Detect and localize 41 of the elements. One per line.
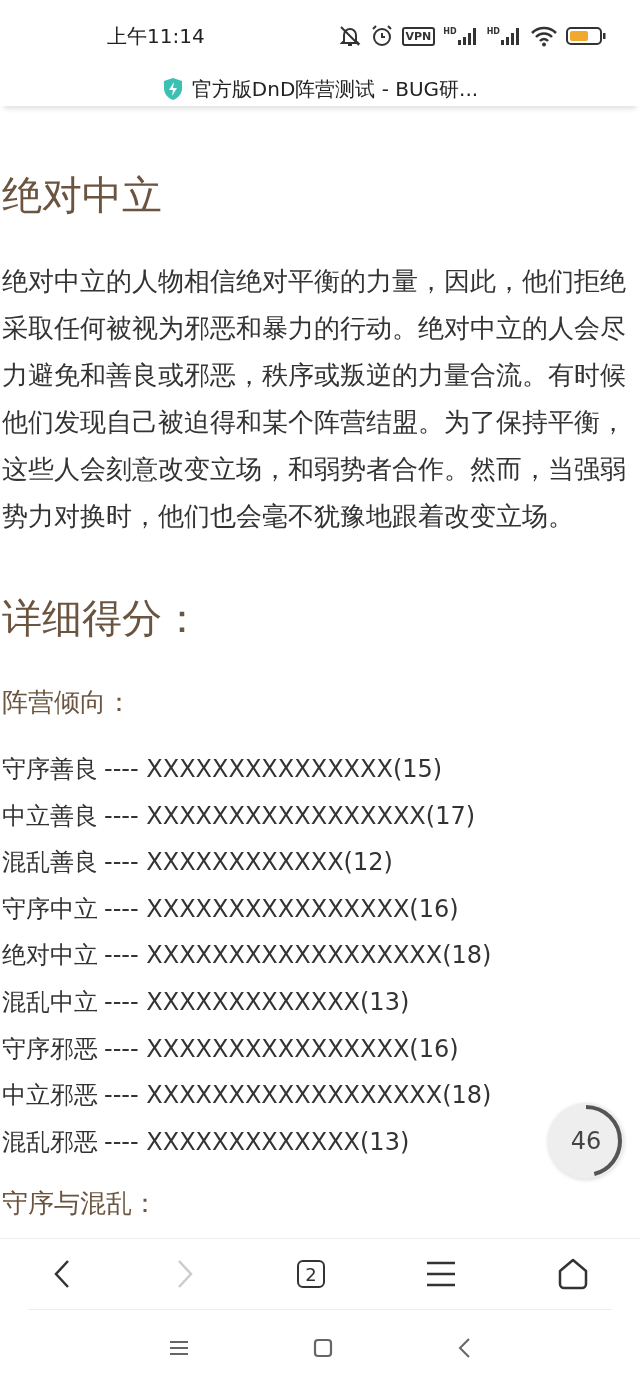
recents-button[interactable] (169, 1340, 189, 1356)
score-label: 守序邪恶 (2, 1033, 98, 1065)
menu-button[interactable] (426, 1261, 457, 1287)
status-time: 上午11:14 (107, 22, 205, 50)
subsection-heading: 守序与混乱： (2, 1187, 159, 1221)
score-label: 中立邪恶 (2, 1080, 98, 1112)
score-text: ---- XXXXXXXXXXXXX(13) (104, 986, 410, 1018)
score-text: ---- XXXXXXXXXXXXXXXX(16) (104, 1033, 459, 1065)
score-label: 混乱善良 (2, 847, 98, 879)
signal-icon (456, 27, 479, 45)
score-label: 守序善良 (2, 754, 98, 785)
score-text: ---- XXXXXXXXXXXXXXXXXX(18) (104, 1080, 492, 1112)
score-text: ---- XXXXXXXXXXXXXXX(15) (104, 754, 443, 785)
address-bar[interactable]: 官方版DnD阵营测试 - BUG研... (0, 72, 640, 106)
score-label: 绝对中立 (2, 940, 98, 972)
tabs-button[interactable]: 2 (296, 1260, 325, 1288)
article-heading: 绝对中立 (2, 171, 163, 220)
score-label: 守序中立 (2, 893, 98, 925)
score-label: 中立善良 (2, 800, 98, 832)
score-text: ---- XXXXXXXXXXXXX(13) (104, 1126, 410, 1158)
subsection-heading: 阵营倾向： (2, 686, 133, 719)
hd-label: HD (443, 27, 457, 36)
article-paragraph: 绝对中立的人物相信绝对平衡的力量，因此，他们拒绝采取任何被视为邪恶和暴力的行动。绝对中立的人会尽力避免和善良或邪恶，秩序或叛逆的力量合流。有时候他们发现自己被迫得和某个阵营结盟。为了保持平衡，这些人会刻意改变立场，和弱势者合作。然而，当强弱势力对换时，他们也会毫不犹豫地跟着改变立场。 (2, 265, 627, 533)
back-button[interactable] (457, 1337, 471, 1359)
score-text: ---- XXXXXXXXXXXX(12) (104, 847, 393, 879)
score-text: ---- XXXXXXXXXXXXXXXXX(17) (104, 800, 476, 832)
hd-label: HD (486, 27, 500, 36)
shield-icon (161, 77, 184, 101)
section-heading: 详细得分： (2, 594, 203, 643)
home-button[interactable] (557, 1258, 590, 1290)
signal-icon (500, 27, 522, 45)
score-text: ---- XXXXXXXXXXXXXXXX(16) (104, 893, 459, 925)
battery-icon (566, 26, 606, 46)
muted-bell-icon (337, 24, 362, 48)
score-label: 混乱中立 (2, 986, 98, 1018)
home-button[interactable] (313, 1338, 333, 1358)
vpn-indicator: VPN (401, 26, 436, 46)
score-text: ---- XXXXXXXXXXXXXXXXXX(18) (104, 940, 492, 972)
wifi-icon (530, 25, 558, 47)
score-label: 混乱邪恶 (2, 1126, 98, 1158)
scroll-progress[interactable]: 46 (548, 1103, 624, 1179)
